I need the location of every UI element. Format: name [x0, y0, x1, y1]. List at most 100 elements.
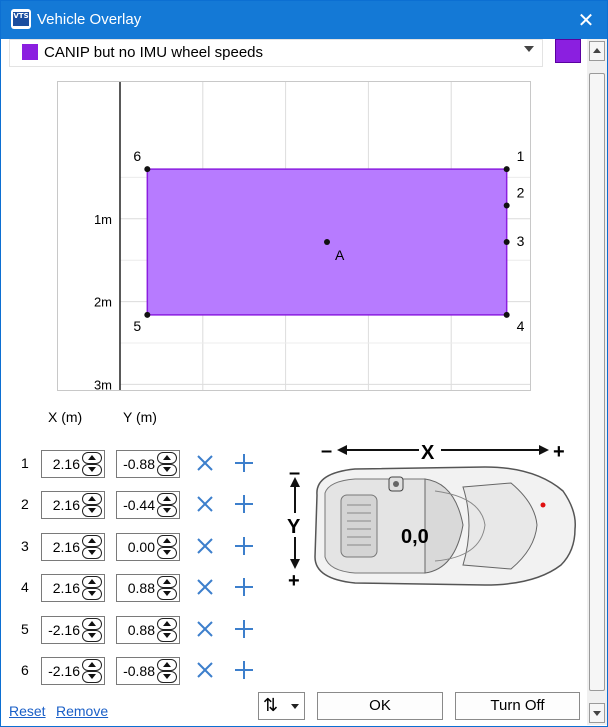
y-value-stepper[interactable]: -0.88 [116, 450, 180, 478]
x-column-header: X (m) [48, 409, 83, 425]
overlay-point[interactable] [503, 311, 510, 318]
increment-icon[interactable] [157, 493, 177, 506]
decrement-icon[interactable] [82, 546, 102, 559]
title-bar: VTS Vehicle Overlay ✕ [1, 1, 607, 39]
point-label: 1 [517, 148, 525, 164]
stepper-arrows [156, 493, 178, 518]
turn-off-button[interactable]: Turn Off [455, 692, 580, 720]
sort-button[interactable]: ⇅ [258, 692, 305, 720]
x-value: 2.16 [52, 538, 80, 555]
increment-icon[interactable] [82, 452, 102, 464]
y-value-stepper[interactable]: 0.00 [116, 532, 180, 561]
overlay-point[interactable] [503, 166, 510, 173]
increment-icon[interactable] [157, 576, 177, 589]
point-label: 3 [517, 233, 525, 249]
window-title: Vehicle Overlay [37, 11, 142, 28]
decrement-icon[interactable] [82, 464, 102, 476]
color-picker-button[interactable] [555, 39, 581, 63]
x-value-stepper[interactable]: 2.16 [41, 574, 105, 603]
row-number: 2 [21, 496, 29, 513]
increment-icon[interactable] [82, 576, 102, 589]
decrement-icon[interactable] [157, 546, 177, 559]
y-column-header: Y (m) [123, 409, 157, 425]
y-value: -0.88 [123, 456, 155, 472]
decrement-icon[interactable] [82, 629, 102, 642]
decrement-icon[interactable] [157, 505, 177, 518]
y-value-stepper[interactable]: -0.88 [116, 657, 180, 685]
overlay-point[interactable] [144, 166, 151, 173]
delete-point-icon[interactable] [194, 659, 216, 681]
y-value-stepper[interactable]: 0.88 [116, 574, 180, 603]
decrement-icon[interactable] [157, 671, 177, 683]
add-point-icon[interactable] [233, 659, 255, 681]
x-value-stepper[interactable]: -2.16 [41, 615, 105, 644]
x-value-stepper[interactable]: 2.16 [41, 491, 105, 520]
reset-link[interactable]: Reset [9, 703, 46, 719]
increment-icon[interactable] [82, 493, 102, 506]
delete-point-icon[interactable] [194, 535, 216, 557]
vertical-scrollbar[interactable] [587, 39, 607, 725]
scroll-up-icon[interactable] [589, 41, 605, 61]
scroll-down-icon[interactable] [589, 703, 605, 723]
row-number: 5 [21, 620, 29, 637]
increment-icon[interactable] [82, 659, 102, 671]
stepper-arrows [81, 659, 103, 683]
overlay-select[interactable]: CANIP but no IMU wheel speeds [9, 39, 543, 67]
increment-icon[interactable] [157, 534, 177, 547]
scroll-thumb[interactable] [589, 73, 605, 691]
y-value: -0.44 [123, 497, 155, 514]
y-value: 0.88 [127, 580, 155, 597]
y-value: 0.00 [127, 538, 155, 555]
x-value-stepper[interactable]: -2.16 [41, 657, 105, 685]
x-value: 2.16 [52, 580, 80, 597]
decrement-icon[interactable] [157, 629, 177, 642]
overlay-chart-svg: 123456A 1m2m3m4m1m2m3m [94, 82, 530, 451]
stepper-arrows [81, 493, 103, 518]
y-value-stepper[interactable]: -0.44 [116, 491, 180, 520]
ok-button[interactable]: OK [317, 692, 443, 720]
decrement-icon[interactable] [157, 588, 177, 601]
delete-point-icon[interactable] [194, 493, 216, 515]
x-value-stepper[interactable]: 2.16 [41, 450, 105, 478]
x-value-stepper[interactable]: 2.16 [41, 532, 105, 561]
delete-point-icon[interactable] [194, 576, 216, 598]
stepper-arrows [81, 576, 103, 601]
overlay-point[interactable] [503, 238, 510, 245]
stepper-arrows [156, 576, 178, 601]
stepper-arrows [156, 659, 178, 683]
increment-icon[interactable] [82, 617, 102, 630]
x-value: -2.16 [48, 663, 80, 679]
delete-point-icon[interactable] [194, 452, 216, 474]
delete-point-icon[interactable] [194, 618, 216, 640]
increment-icon[interactable] [82, 534, 102, 547]
row-number: 3 [21, 537, 29, 554]
point-label: 5 [133, 318, 141, 334]
point-label: 6 [133, 148, 141, 164]
decrement-icon[interactable] [157, 464, 177, 476]
y-tick-label: 2m [94, 295, 112, 310]
table-row: 4 2.16 0.88 [1, 571, 281, 603]
decrement-icon[interactable] [82, 505, 102, 518]
decrement-icon[interactable] [82, 671, 102, 683]
overlay-point[interactable] [503, 202, 510, 209]
y-value-stepper[interactable]: 0.88 [116, 615, 180, 644]
y-tick-label: 1m [94, 212, 112, 227]
increment-icon[interactable] [157, 659, 177, 671]
point-label: 4 [517, 318, 525, 334]
add-point-icon[interactable] [233, 576, 255, 598]
add-point-icon[interactable] [233, 493, 255, 515]
increment-icon[interactable] [157, 452, 177, 464]
remove-link[interactable]: Remove [56, 703, 108, 719]
y-value: 0.88 [127, 621, 155, 638]
x-value: 2.16 [52, 497, 80, 514]
overlay-chart: 123456A 1m2m3m4m1m2m3m [57, 81, 531, 451]
overlay-point[interactable] [324, 238, 330, 245]
add-point-icon[interactable] [233, 618, 255, 640]
overlay-point[interactable] [144, 311, 151, 318]
decrement-icon[interactable] [82, 588, 102, 601]
add-point-icon[interactable] [233, 452, 255, 474]
add-point-icon[interactable] [233, 535, 255, 557]
increment-icon[interactable] [157, 617, 177, 630]
close-icon[interactable]: ✕ [573, 7, 599, 33]
table-row: 6 -2.16 -0.88 [1, 654, 281, 685]
